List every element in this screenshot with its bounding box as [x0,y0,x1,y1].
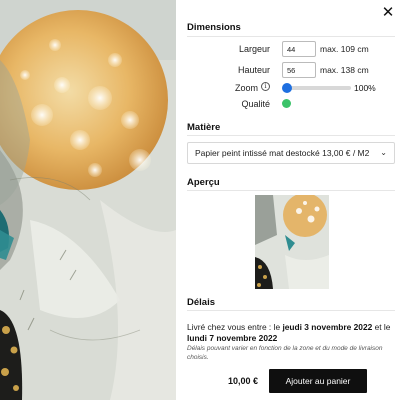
divider [187,310,395,311]
height-input[interactable] [282,62,316,78]
divider [187,36,395,37]
delivery-date-start: jeudi 3 novembre 2022 [282,322,373,332]
divider [187,190,395,191]
artwork-image [0,0,176,400]
preview-image [255,195,329,289]
height-max-text: max. 138 cm [320,65,369,75]
width-max-text: max. 109 cm [320,44,369,54]
width-label: Largeur [238,44,270,54]
zoom-slider-handle[interactable] [282,83,292,93]
zoom-slider-track[interactable] [287,86,351,90]
width-input[interactable] [282,41,316,57]
material-select[interactable]: Papier peint intissé mat destocké 13,00 … [187,142,395,164]
quality-indicator [282,99,291,108]
delivery-note: Délais pouvant varier en fonction de la … [187,345,383,361]
add-to-cart-button[interactable]: Ajouter au panier [269,369,367,393]
divider [187,135,395,136]
delivery-estimate: Livré chez vous entre : le jeudi 3 novem… [187,322,397,344]
dimensions-title: Dimensions [187,22,241,33]
info-icon[interactable]: i [261,82,270,91]
price: 10,00 € [228,376,259,386]
quality-label: Qualité [241,99,270,109]
height-label: Hauteur [237,65,270,75]
zoom-label: Zoom [234,83,258,93]
preview-title: Aperçu [187,177,220,188]
delays-title: Délais [187,297,215,308]
options-panel: ✕ Dimensions Largeur max. 109 cm Hauteur… [176,0,400,400]
chevron-down-icon: ⌄ [380,148,387,157]
delivery-date-end: lundi 7 novembre 2022 [187,333,278,343]
material-title: Matière [187,122,221,133]
close-icon[interactable]: ✕ [380,5,396,21]
delivery-connector: et le [372,322,391,332]
delivery-intro: Livré chez vous entre : le [187,322,283,332]
material-selected-value: Papier peint intissé mat destocké 13,00 … [195,148,370,158]
zoom-value: 100% [354,83,376,93]
